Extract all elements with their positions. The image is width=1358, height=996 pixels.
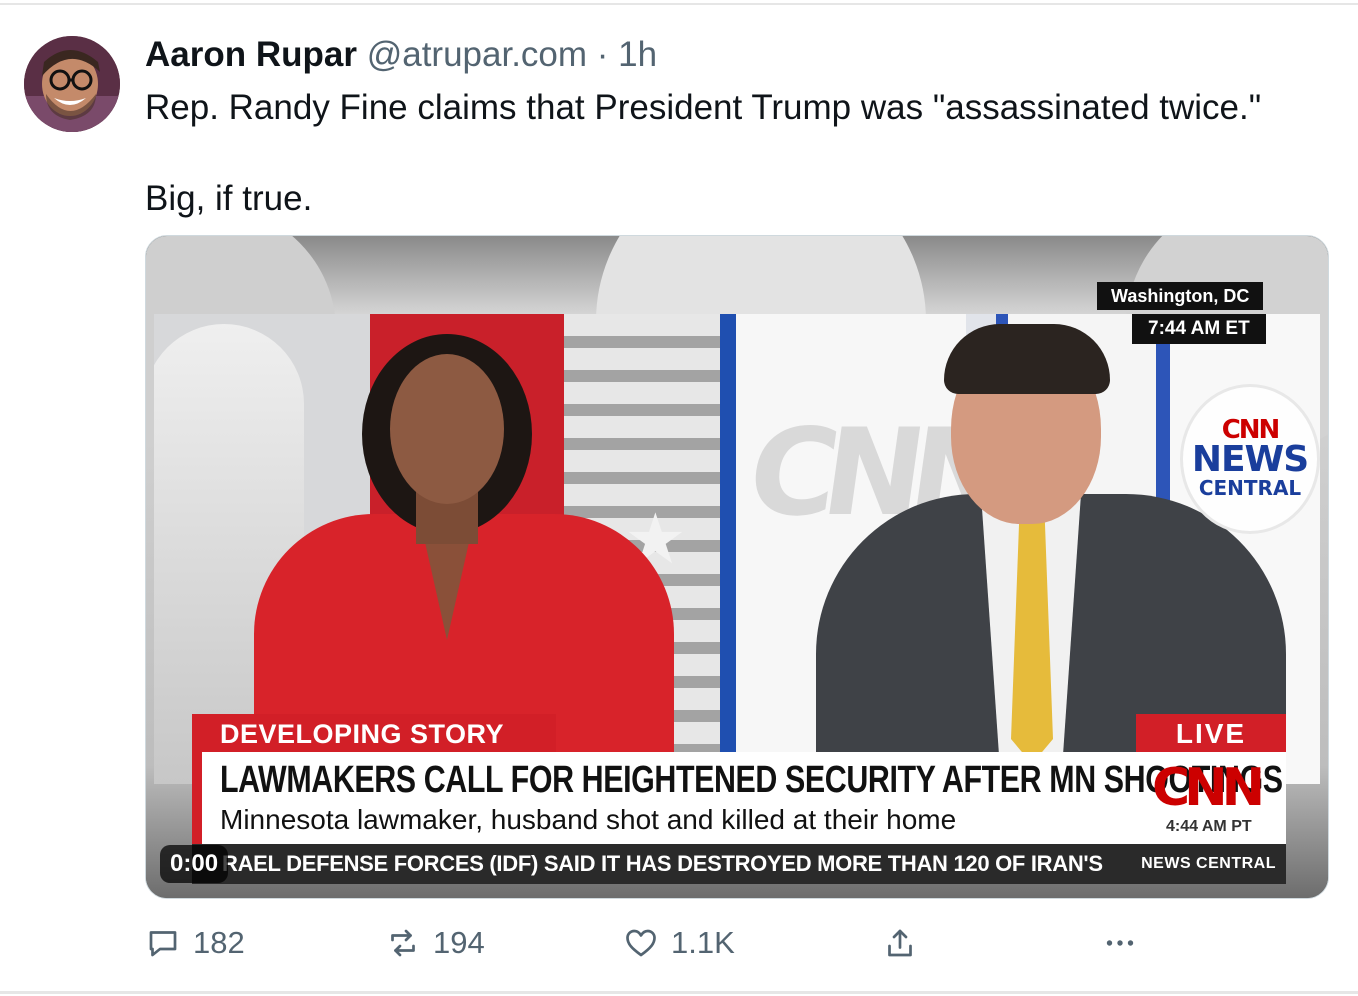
subheadline: Minnesota lawmaker, husband shot and kil…	[220, 804, 957, 835]
post-time[interactable]: 1h	[618, 35, 657, 74]
developing-story-tab: DEVELOPING STORY	[192, 714, 556, 754]
avatar[interactable]	[24, 36, 120, 132]
headline: LAWMAKERS CALL FOR HEIGHTENED SECURITY A…	[220, 759, 1283, 801]
share-icon	[888, 929, 912, 957]
location-label: Washington, DC	[1097, 282, 1264, 310]
news-ticker: RAEL DEFENSE FORCES (IDF) SAID IT HAS DE…	[192, 844, 1286, 884]
share-button[interactable]	[882, 920, 918, 966]
reply-button[interactable]: 182	[145, 920, 245, 966]
author-name[interactable]: Aaron Rupar	[145, 35, 357, 74]
like-button[interactable]: 1.1K	[623, 920, 735, 966]
badge-central-text: CENTRAL	[1198, 476, 1302, 500]
author-handle[interactable]: @atrupar.com	[367, 35, 587, 74]
more-icon	[1106, 940, 1134, 946]
post-text-line-1: Rep. Randy Fine claims that President Tr…	[145, 88, 1262, 127]
repost-count: 194	[433, 925, 485, 960]
playback-timestamp: 0:00	[160, 845, 229, 883]
cnn-logo: CNN	[1152, 758, 1265, 818]
post-text-line-2: Big, if true.	[145, 179, 313, 218]
badge-news-text: NEWS	[1191, 439, 1309, 480]
separator-dot: ·	[596, 35, 609, 74]
video-player[interactable]: ★ CNN CNN NEWS CENTRAL Washington, DC 7:…	[145, 235, 1329, 899]
action-bar: 182 194 1.1K	[145, 920, 1145, 966]
lower-third: LAWMAKERS CALL FOR HEIGHTENED SECURITY A…	[192, 752, 1286, 844]
reply-count: 182	[193, 925, 245, 960]
guest-hair	[944, 324, 1110, 394]
bottom-divider	[0, 991, 1358, 994]
top-divider	[0, 3, 1358, 5]
local-time-label: 7:44 AM ET	[1132, 314, 1266, 344]
repost-button[interactable]: 194	[385, 920, 485, 966]
live-tab: LIVE	[1136, 714, 1286, 754]
ticker-text: RAEL DEFENSE FORCES (IDF) SAID IT HAS DE…	[222, 851, 1103, 876]
panel-divider	[720, 314, 736, 784]
anchor-face	[390, 354, 504, 504]
reply-icon	[149, 931, 177, 957]
ticker-brand: NEWS CENTRAL	[1131, 844, 1286, 884]
like-icon	[626, 929, 656, 957]
repost-icon	[391, 929, 415, 957]
pt-time: 4:44 AM PT	[1166, 818, 1252, 835]
more-button[interactable]	[1102, 920, 1138, 966]
post-header: Aaron Rupar @atrupar.com · 1h	[145, 34, 657, 76]
cnn-news-central-badge: CNN NEWS CENTRAL	[1180, 384, 1320, 534]
like-count: 1.1K	[671, 925, 735, 960]
